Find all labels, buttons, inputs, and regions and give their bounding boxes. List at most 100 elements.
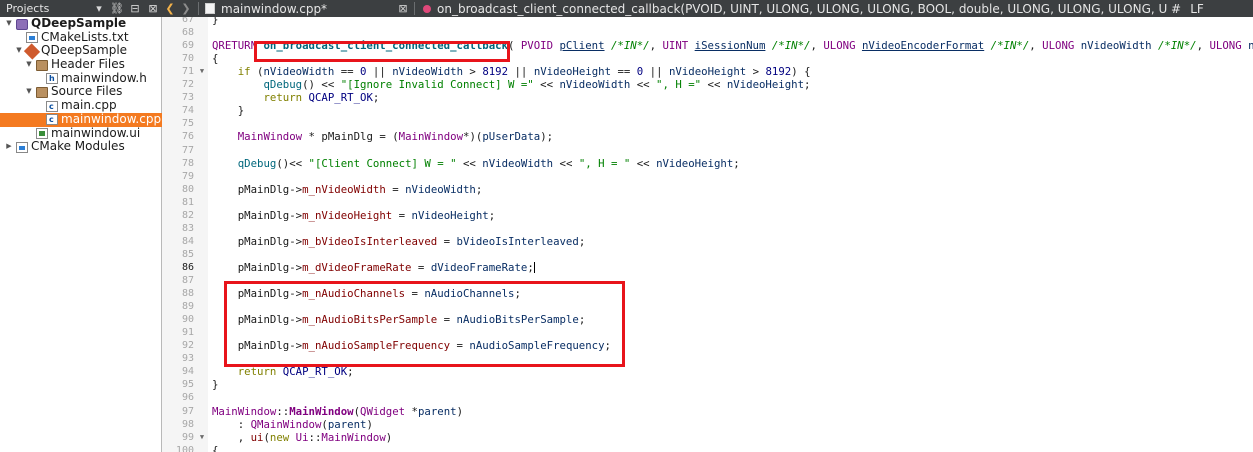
code-token: nVideoHeight: [533, 65, 612, 79]
code-text[interactable]: , ui(new Ui::MainWindow): [212, 431, 392, 444]
code-text[interactable]: pMainDlg->m_nAudioChannels = nAudioChann…: [212, 287, 521, 300]
code-text[interactable]: pMainDlg->m_nAudioSampleFrequency = nAud…: [212, 339, 611, 352]
code-token: }: [212, 17, 219, 26]
tree-item[interactable]: mainwindow.ui: [0, 126, 162, 141]
code-token: {: [212, 443, 219, 452]
code-text[interactable]: {: [212, 444, 218, 452]
line-number: 74: [181, 105, 194, 117]
target-icon: [23, 43, 41, 60]
hash-button[interactable]: #: [1167, 2, 1185, 16]
tree-item[interactable]: main.cpp: [0, 98, 162, 113]
code-line: 79: [162, 170, 1253, 183]
code-token: ;: [514, 287, 521, 301]
symbol-selector[interactable]: on_broadcast_client_connected_callback(P…: [437, 2, 1167, 16]
code-editor[interactable]: 67} 68 69 QRETURN on_broadcast_client_conne…: [162, 17, 1253, 452]
code-token: PVOID: [520, 39, 560, 53]
fold-marker-icon[interactable]: ▼: [198, 65, 206, 78]
code-text[interactable]: {: [212, 52, 218, 65]
tree-item[interactable]: mainwindow.h: [0, 71, 162, 86]
code-line: 77: [162, 144, 1253, 157]
code-line: 99 ▼ , ui(new Ui::MainWindow): [162, 431, 1253, 444]
code-token: ", H = ": [578, 156, 631, 170]
code-line: 84 pMainDlg->m_bVideoIsInterleaved = bVi…: [162, 235, 1253, 248]
tree-item-label: QDeepSample: [41, 43, 128, 58]
tree-item[interactable]: ▼ Source Files: [0, 85, 162, 99]
collapse-arrow-icon[interactable]: ▶: [4, 140, 14, 154]
code-line: 72 qDebug() << "[Ignore Invalid Connect]…: [162, 78, 1253, 91]
code-token: MainWindow: [321, 430, 386, 444]
code-token: <<: [630, 156, 657, 170]
code-token: :: [212, 417, 251, 431]
code-token: qDebug: [263, 78, 303, 92]
line-number: 80: [181, 183, 194, 195]
projects-title[interactable]: Projects: [0, 2, 90, 15]
tree-item[interactable]: mainwindow.cpp: [0, 112, 162, 127]
code-token: nVideoWidth: [1080, 39, 1152, 53]
code-text[interactable]: pMainDlg->m_nVideoWidth = nVideoWidth;: [212, 182, 483, 196]
code-text[interactable]: MainWindow::MainWindow(QWidget *parent): [212, 405, 463, 418]
open-file-selector[interactable]: mainwindow.cpp*: [221, 2, 396, 16]
fold-marker-icon[interactable]: ▼: [198, 431, 206, 444]
code-token: m_nAudioSampleFrequency: [302, 339, 451, 353]
code-token: bVideoIsInterleaved: [456, 234, 579, 248]
expand-arrow-icon[interactable]: ▼: [4, 17, 14, 31]
tree-item[interactable]: CMakeLists.txt: [0, 30, 162, 45]
code-token: ,: [1196, 39, 1210, 53]
line-number: 78: [181, 157, 194, 169]
code-token: <<: [456, 156, 483, 170]
tree-item-label: Header Files: [51, 57, 125, 72]
expand-arrow-icon[interactable]: ▼: [14, 44, 24, 58]
code-text[interactable]: }: [212, 104, 244, 117]
line-number: 96: [181, 392, 194, 404]
tree-item[interactable]: ▼ Header Files: [0, 57, 162, 72]
code-token: nVideoWidth: [263, 65, 335, 79]
line-number: 73: [181, 92, 194, 104]
code-token: =: [450, 339, 470, 353]
forward-arrow-icon[interactable]: ❯: [178, 2, 194, 15]
back-arrow-icon[interactable]: ❮: [162, 2, 178, 15]
code-text[interactable]: return QCAP_RT_OK;: [212, 91, 379, 104]
code-token: ;: [475, 182, 483, 196]
code-token: ;: [488, 208, 496, 222]
expand-arrow-icon[interactable]: ▼: [24, 85, 34, 99]
code-token: ;: [578, 234, 586, 248]
code-text[interactable]: pMainDlg->m_bVideoIsInterleaved = bVideo…: [212, 234, 586, 248]
link-icon[interactable]: ⛓: [108, 2, 126, 15]
code-token: ||: [508, 65, 534, 79]
tree-item[interactable]: ▼ QDeepSample: [0, 43, 162, 60]
close-icon[interactable]: ⊠: [144, 2, 162, 15]
code-token: >: [463, 65, 483, 79]
code-token: /*IN*/: [604, 39, 650, 53]
line-number: 86: [181, 261, 194, 273]
tree-item[interactable]: ▶ CMake Modules: [0, 139, 162, 154]
code-token: <<: [553, 156, 579, 170]
code-text[interactable]: MainWindow * pMainDlg = (MainWindow*)(pU…: [212, 130, 553, 143]
code-token: () <<: [302, 78, 341, 92]
code-text[interactable]: qDebug()<< "[Client Connect] W = " << nV…: [212, 157, 740, 170]
code-text[interactable]: : QMainWindow(parent): [212, 418, 373, 431]
code-text[interactable]: pMainDlg->m_dVideoFrameRate = dVideoFram…: [212, 261, 535, 274]
code-token: nVideoWidth: [482, 156, 554, 170]
expand-arrow-icon[interactable]: ▼: [24, 58, 34, 72]
filter-icon[interactable]: ▾: [90, 2, 108, 15]
close-document-icon[interactable]: ⊠: [396, 2, 410, 15]
code-token: (: [508, 39, 521, 53]
code-text[interactable]: if (nVideoWidth == 0 || nVideoWidth > 81…: [212, 65, 811, 78]
line-number: 70: [181, 53, 194, 65]
code-token: ->: [289, 339, 303, 353]
line-number: 67: [181, 17, 194, 25]
code-text[interactable]: return QCAP_RT_OK;: [212, 365, 354, 378]
code-text[interactable]: pMainDlg->m_nAudioBitsPerSample = nAudio…: [212, 313, 586, 326]
code-text[interactable]: }: [212, 17, 218, 26]
code-text[interactable]: QRETURN on_broadcast_client_connected_ca…: [212, 39, 1253, 52]
code-token: ->: [289, 182, 303, 196]
code-text[interactable]: qDebug() << "[Ignore Invalid Connect] W …: [212, 78, 810, 91]
split-icon[interactable]: ⊟: [126, 2, 144, 15]
code-text[interactable]: pMainDlg->m_nVideoHeight = nVideoHeight;: [212, 209, 495, 222]
code-text[interactable]: }: [212, 378, 218, 391]
tree-item[interactable]: ▼ QDeepSample: [0, 16, 162, 31]
line-ending-selector[interactable]: LF: [1185, 2, 1209, 16]
code-line: 88 pMainDlg->m_nAudioChannels = nAudioCh…: [162, 287, 1253, 300]
